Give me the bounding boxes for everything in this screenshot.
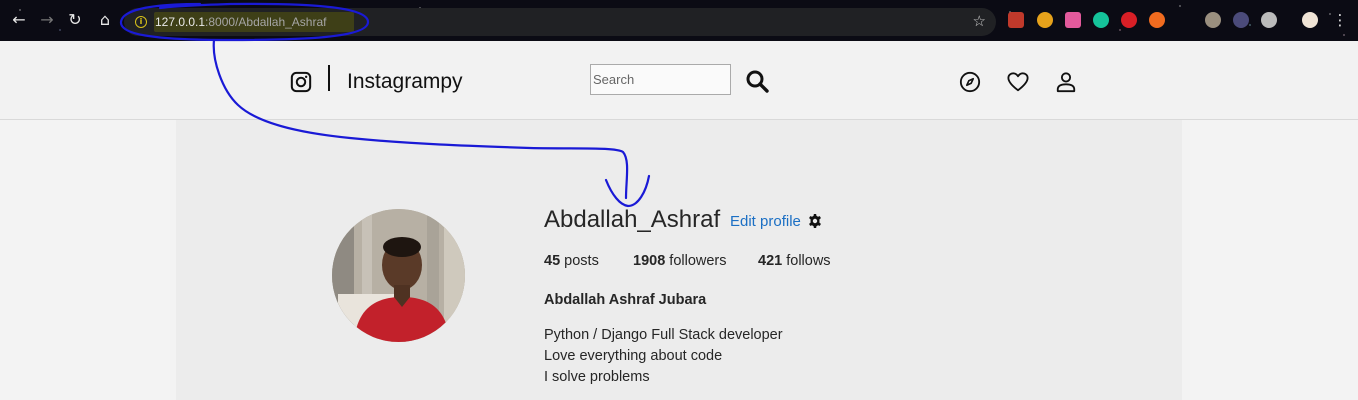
url-host: 127.0.0.1 (155, 15, 206, 29)
activity-heart-icon[interactable] (1007, 71, 1029, 93)
explore-compass-icon[interactable] (959, 71, 981, 93)
stat-follows[interactable]: 421 follows (758, 253, 831, 269)
back-arrow-icon[interactable]: ← (8, 9, 30, 31)
extension-k-icon[interactable] (1233, 12, 1249, 28)
site-header: Instagrampy (0, 41, 1358, 120)
reload-icon[interactable]: ↻ (64, 9, 86, 31)
stat-follows-count: 421 (758, 253, 783, 269)
home-icon[interactable]: ⌂ (94, 9, 116, 31)
search-icon[interactable] (745, 69, 769, 93)
url-text[interactable]: 127.0.0.1:8000/Abdallah_Ashraf (155, 15, 326, 29)
instagram-logo-icon[interactable] (290, 71, 312, 93)
settings-gear-icon[interactable] (807, 213, 823, 229)
stat-follows-label: follows (786, 253, 831, 269)
site-info-icon[interactable]: i (135, 16, 147, 28)
profile-username: Abdallah_Ashraf (544, 206, 721, 233)
menu-dots-icon[interactable]: ⋮ (1329, 9, 1351, 31)
extension-pdf-icon[interactable] (1008, 12, 1024, 28)
extension-s-icon[interactable] (1065, 12, 1081, 28)
profile-avatar-icon[interactable] (1302, 12, 1318, 28)
browser-toolbar: ← → ↻ ⌂ i 127.0.0.1:8000/Abdallah_Ashraf… (0, 0, 1358, 41)
address-bar[interactable]: i 127.0.0.1:8000/Abdallah_Ashraf ☆ (124, 8, 996, 36)
bio-line: I solve problems (544, 369, 650, 385)
profile-full-name: Abdallah Ashraf Jubara (544, 292, 707, 308)
extension-globe-icon[interactable] (1205, 12, 1221, 28)
profile-avatar[interactable] (332, 209, 465, 342)
extension-fire-icon[interactable] (1149, 12, 1165, 28)
extension-adblock-icon[interactable] (1121, 12, 1137, 28)
extension-circle-icon[interactable] (1261, 12, 1277, 28)
stat-followers-label: followers (669, 253, 727, 269)
bookmark-star-icon[interactable]: ☆ (973, 12, 986, 30)
forward-arrow-icon[interactable]: → (36, 9, 58, 31)
stat-followers-count: 1908 (633, 253, 666, 269)
extension-grammarly-icon[interactable] (1093, 12, 1109, 28)
url-path: :8000/Abdallah_Ashraf (205, 15, 327, 29)
bio-line: Python / Django Full Stack developer (544, 327, 783, 343)
profile-photo (332, 209, 465, 342)
extension-bulb-icon[interactable] (1037, 12, 1053, 28)
stat-posts-label: posts (564, 253, 599, 269)
brand-name[interactable]: Instagrampy (347, 70, 463, 94)
profile-user-icon[interactable] (1055, 71, 1077, 93)
search-input[interactable] (590, 64, 731, 95)
stat-posts-count: 45 (544, 253, 561, 269)
stat-posts[interactable]: 45 posts (544, 253, 599, 269)
logo-divider (328, 65, 330, 91)
edit-profile-link[interactable]: Edit profile (730, 213, 801, 230)
stat-followers[interactable]: 1908 followers (633, 253, 727, 269)
bio-line: Love everything about code (544, 348, 723, 364)
